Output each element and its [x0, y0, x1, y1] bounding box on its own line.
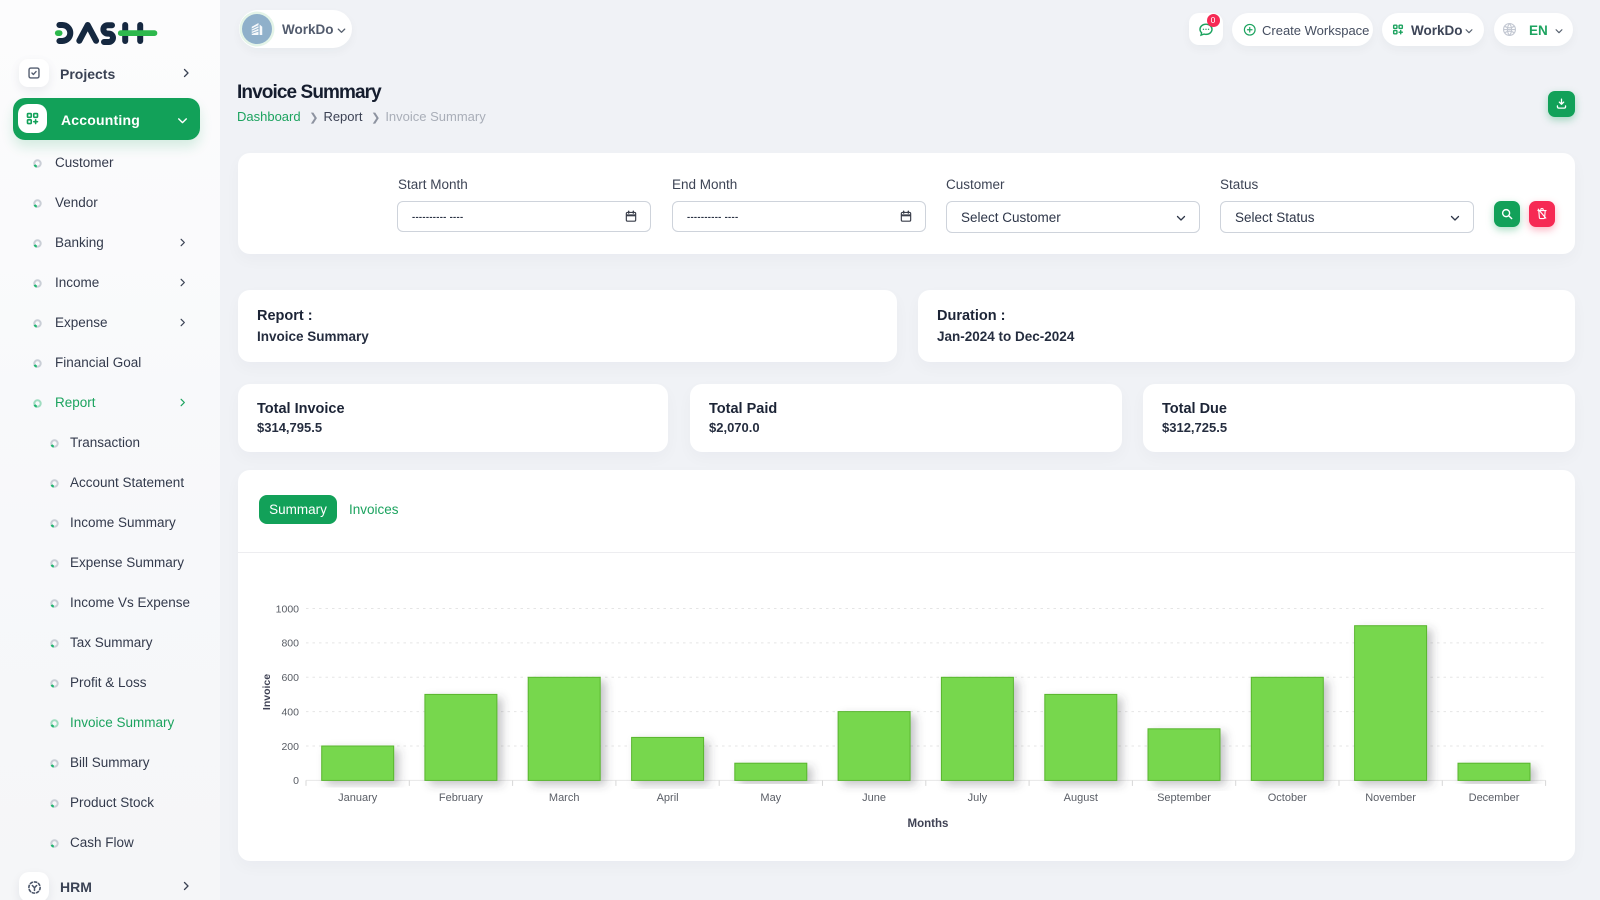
svg-text:1000: 1000	[276, 603, 300, 615]
svg-text:September: September	[1157, 792, 1211, 804]
svg-text:June: June	[862, 792, 886, 804]
svg-text:0: 0	[293, 775, 299, 787]
svg-text:October: October	[1268, 792, 1307, 804]
svg-text:April: April	[657, 792, 679, 804]
svg-text:Months: Months	[908, 818, 949, 830]
svg-text:May: May	[760, 792, 781, 804]
svg-text:400: 400	[281, 706, 299, 718]
svg-text:200: 200	[281, 741, 299, 753]
svg-text:March: March	[549, 792, 580, 804]
svg-text:Invoice: Invoice	[261, 674, 273, 710]
svg-text:February: February	[439, 792, 484, 804]
svg-text:January: January	[338, 792, 378, 804]
svg-text:August: August	[1064, 792, 1098, 804]
svg-text:December: December	[1469, 792, 1520, 804]
svg-text:600: 600	[281, 672, 299, 684]
svg-text:November: November	[1365, 792, 1416, 804]
svg-text:800: 800	[281, 638, 299, 650]
svg-text:July: July	[968, 792, 988, 804]
